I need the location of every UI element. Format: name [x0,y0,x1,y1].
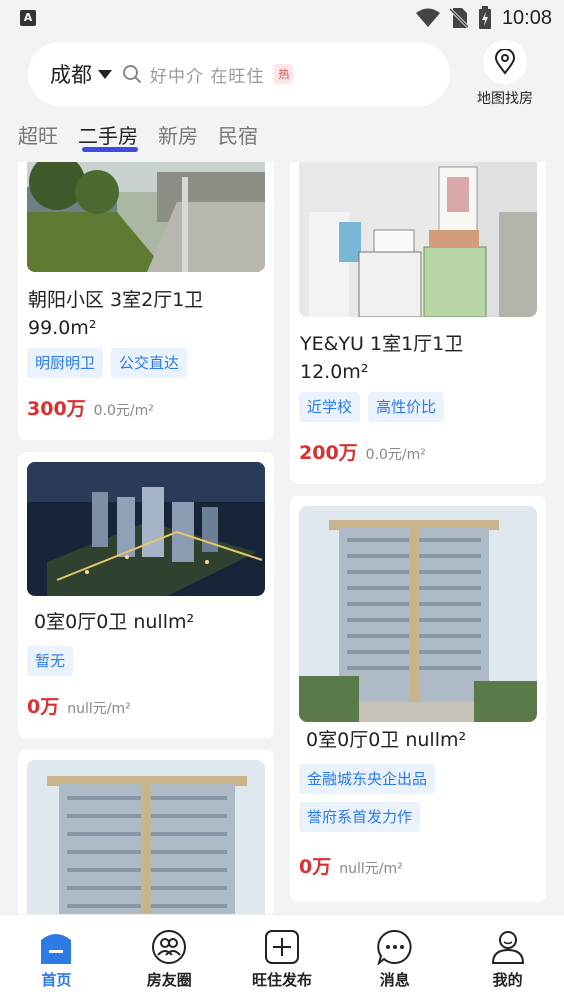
user-icon [451,929,564,965]
listing-photo [299,162,537,317]
search-bar[interactable]: 成都 好中介 在旺住 热 [28,42,450,106]
listing-card[interactable]: 0室0厅0卫 nullm² 金融城东央企出品 誉府系首发力作 0万 null元/… [290,496,546,902]
hot-badge: 热 [274,64,294,84]
listing-photo [27,462,265,596]
city-selector[interactable]: 成都 [50,59,92,89]
price-row: 200万 0.0元/m² [299,438,426,465]
listing-title: 0室0厅0卫 nullm² [300,726,540,754]
price-row: 300万 0.0元/m² [27,394,154,421]
wifi-icon [415,8,440,27]
listing-price: 0万 [299,856,332,878]
home-icon [0,929,113,965]
battery-icon [478,6,491,29]
listing-card[interactable]: YE&YU 1室1厅1卫 12.0m² 近学校 高性价比 200万 0.0元/m… [290,162,546,484]
clock: 10:08 [501,6,552,29]
plus-icon [226,929,339,965]
tag: 暂无 [27,646,74,676]
listing-title-line1: 朝阳小区 3室2厅1卫 [28,289,204,311]
nav-community-label: 房友圈 [146,971,192,989]
nav-publish[interactable]: 旺住发布 [226,915,339,1002]
listing-area: 12.0m² [300,361,369,383]
unit-price: null元/m² [67,701,131,717]
tab-second-hand[interactable]: 二手房 [78,120,138,160]
map-pin-icon [494,49,516,75]
listing-title: 朝阳小区 3室2厅1卫 99.0m² [28,286,268,342]
map-search-button[interactable]: 地图找房 [470,40,540,108]
tag: 誉府系首发力作 [299,802,421,832]
listing-photo [27,162,265,272]
price-row: 0万 null元/m² [27,692,131,719]
listing-price: 0万 [27,696,60,718]
tag: 高性价比 [368,392,445,422]
listing-tags: 明厨明卫 公交直达 [27,348,188,378]
bottom-navigation: 首页 房友圈 旺住发布 消息 我的 [0,914,564,1002]
nav-profile[interactable]: 我的 [451,915,564,1002]
people-icon [113,929,226,965]
listing-price: 300万 [27,398,86,420]
category-tabs: 超旺 二手房 新房 民宿 [18,120,258,160]
listing-title-line1: 0室0厅0卫 nullm² [300,729,467,751]
status-icons: 10:08 [415,6,552,30]
search-row: 成都 好中介 在旺住 热 地图找房 [0,40,564,110]
tab-homestay[interactable]: 民宿 [218,120,258,160]
no-sim-icon [449,7,468,29]
listing-tags: 金融城东央企出品 誉府系首发力作 [299,764,539,832]
caret-down-icon[interactable] [98,69,112,79]
tag: 公交直达 [111,348,188,378]
nav-home-label: 首页 [41,971,72,989]
nav-publish-label: 旺住发布 [251,971,312,989]
tab-new-home[interactable]: 新房 [158,120,198,160]
listing-tags: 暂无 [27,646,74,676]
listing-feed[interactable]: 朝阳小区 3室2厅1卫 99.0m² 明厨明卫 公交直达 300万 0.0元/m… [0,162,564,914]
listing-title: YE&YU 1室1厅1卫 12.0m² [300,330,540,386]
nav-home[interactable]: 首页 [0,915,113,1002]
tag: 近学校 [299,392,361,422]
listing-card[interactable] [18,750,274,914]
active-tab-indicator [82,147,138,152]
unit-price: null元/m² [339,861,403,877]
nav-messages[interactable]: 消息 [338,915,451,1002]
search-icon [123,65,142,84]
listing-title-line1: YE&YU 1室1厅1卫 [300,333,464,355]
status-bar: A 10:08 [0,0,564,38]
map-pin-container [483,40,527,84]
unit-price: 0.0元/m² [93,403,154,419]
nav-profile-label: 我的 [492,971,523,989]
tab-second-hand-label: 二手房 [78,124,138,148]
app-notification-icon: A [20,10,36,26]
map-search-label: 地图找房 [477,91,533,107]
tag: 明厨明卫 [27,348,104,378]
search-input[interactable]: 好中介 在旺住 [150,62,264,87]
listing-title: 0室0厅0卫 nullm² [28,608,268,636]
nav-messages-label: 消息 [379,971,410,989]
unit-price: 0.0元/m² [365,447,426,463]
listing-area: 99.0m² [28,317,97,339]
message-icon [338,929,451,965]
listing-price: 200万 [299,442,358,464]
listing-photo [27,760,265,914]
tag: 金融城东央企出品 [299,764,436,794]
price-row: 0万 null元/m² [299,852,403,879]
listing-card[interactable]: 0室0厅0卫 nullm² 暂无 0万 null元/m² [18,452,274,738]
listing-card[interactable]: 朝阳小区 3室2厅1卫 99.0m² 明厨明卫 公交直达 300万 0.0元/m… [18,162,274,440]
listing-photo [299,506,537,722]
listing-tags: 近学校 高性价比 [299,392,445,422]
listing-title-line1: 0室0厅0卫 nullm² [28,611,195,633]
tab-chaowang[interactable]: 超旺 [18,120,58,160]
nav-community[interactable]: 房友圈 [113,915,226,1002]
